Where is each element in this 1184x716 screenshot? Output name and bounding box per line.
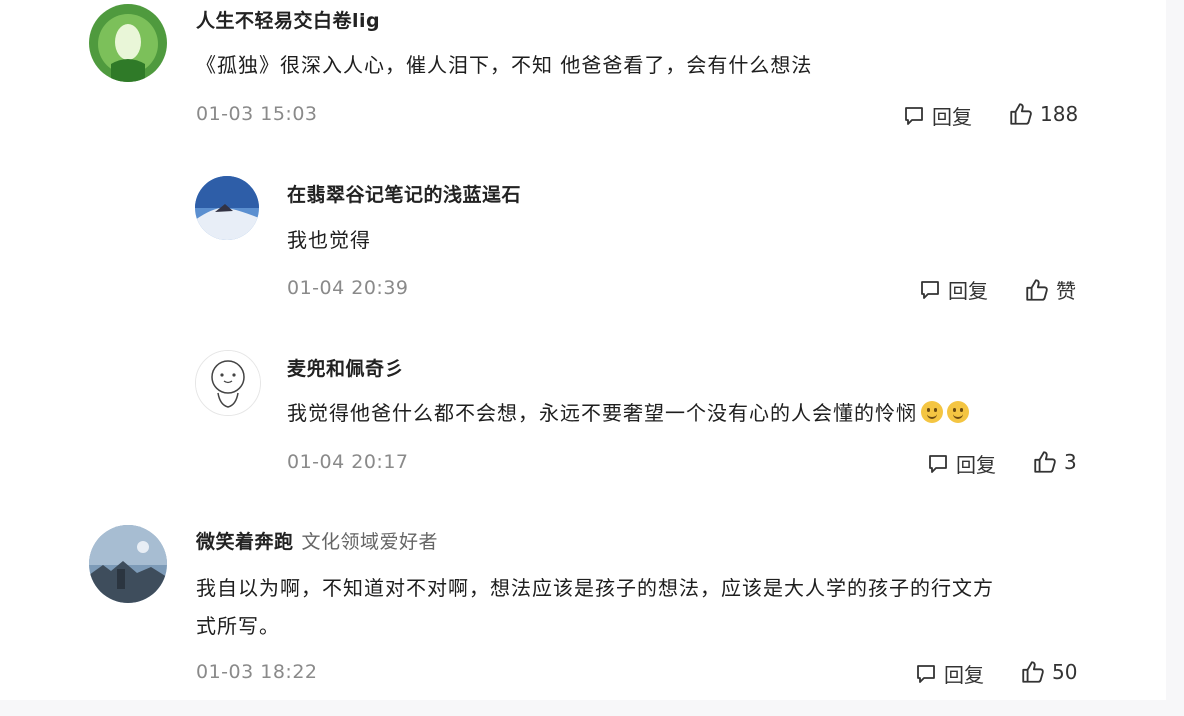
like-count: 50 <box>1052 660 1078 684</box>
reply-label: 回复 <box>948 279 988 303</box>
like-button[interactable]: 50 <box>1020 659 1077 685</box>
reply-label: 回复 <box>944 663 984 687</box>
speech-bubble-icon <box>917 664 935 683</box>
like-count: 赞 <box>1056 279 1076 303</box>
reply-username[interactable]: 麦兜和佩奇彡 <box>287 354 404 381</box>
speech-bubble-icon <box>921 280 939 299</box>
user-tag: 文化领域爱好者 <box>301 531 439 553</box>
comment-timestamp: 01-03 15:03 <box>196 103 318 125</box>
avatar-image-icon <box>89 525 167 603</box>
comment-panel: 人生不轻易交白卷lig 《孤独》很深入人心，催人泪下，不知 他爸爸看了，会有什么… <box>0 0 1166 700</box>
avatar[interactable] <box>195 176 259 240</box>
comment-timestamp: 01-03 18:22 <box>196 661 318 683</box>
comment-text-line1: 我自以为啊，不知道对不对啊，想法应该是孩子的想法，应该是大人学的孩子的行文方 <box>196 576 994 600</box>
reply-button[interactable]: 回复 <box>914 659 984 688</box>
speech-bubble-icon <box>929 454 947 473</box>
reply-timestamp: 01-04 20:39 <box>287 277 409 299</box>
reply-button[interactable]: 回复 <box>926 449 996 478</box>
like-button[interactable]: 3 <box>1032 449 1077 475</box>
reply-button[interactable]: 回复 <box>918 275 988 304</box>
thumbs-up-icon <box>1034 451 1056 473</box>
avatar[interactable] <box>89 4 167 82</box>
reply-text: 我也觉得 <box>287 228 371 252</box>
smile-emoji-icon <box>947 401 969 423</box>
reply-username[interactable]: 在翡翠谷记笔记的浅蓝逞石 <box>287 180 521 207</box>
like-count: 188 <box>1040 102 1079 126</box>
reply-text-line: 我觉得他爸什么都不会想，永远不要奢望一个没有心的人会懂的怜悯 <box>287 393 969 433</box>
like-button[interactable]: 188 <box>1008 101 1078 127</box>
avatar-image-icon <box>196 351 260 415</box>
comment-username[interactable]: 人生不轻易交白卷lig <box>196 6 380 33</box>
reply-label: 回复 <box>932 105 972 129</box>
reply-label: 回复 <box>956 453 996 477</box>
thumbs-up-icon <box>1026 278 1048 301</box>
like-count: 3 <box>1064 450 1077 474</box>
thumbs-up-icon <box>1022 661 1044 683</box>
avatar-image-icon <box>89 4 167 82</box>
comment-text-line2: 式所写。 <box>196 614 280 638</box>
thumbs-up-icon <box>1010 103 1032 125</box>
reply-button[interactable]: 回复 <box>902 101 972 130</box>
smile-emoji-icon <box>921 401 943 423</box>
reply-timestamp: 01-04 20:17 <box>287 451 409 473</box>
speech-bubble-icon <box>905 106 923 125</box>
avatar-image-icon <box>195 176 259 240</box>
avatar[interactable] <box>89 525 167 603</box>
comment-text: 《孤独》很深入人心，催人泪下，不知 他爸爸看了，会有什么想法 <box>196 53 813 77</box>
comment-username[interactable]: 微笑着奔跑 文化领域爱好者 <box>196 527 438 554</box>
reply-text: 我觉得他爸什么都不会想，永远不要奢望一个没有心的人会懂的怜悯 <box>287 401 917 425</box>
like-button[interactable]: 赞 <box>1024 275 1076 304</box>
comment-username-text[interactable]: 微笑着奔跑 <box>196 531 294 553</box>
avatar[interactable] <box>195 350 261 416</box>
